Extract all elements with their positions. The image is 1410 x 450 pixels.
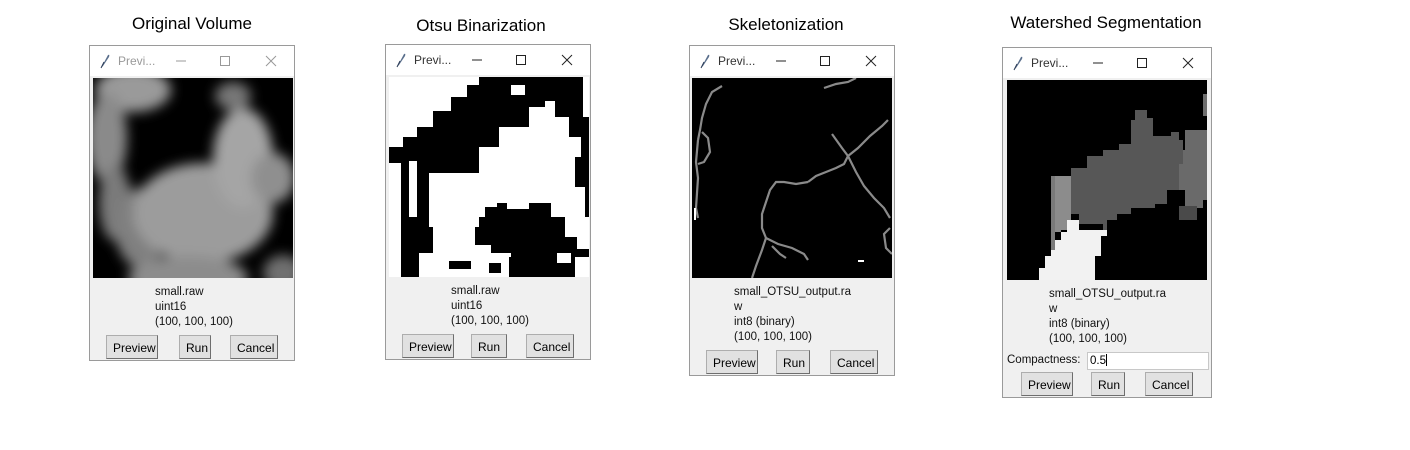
feather-icon xyxy=(396,53,406,68)
close-icon[interactable] xyxy=(262,52,280,70)
file-name: small.raw xyxy=(451,285,500,297)
cancel-button[interactable]: Cancel xyxy=(526,334,574,358)
minimize-icon[interactable] xyxy=(468,51,486,69)
volume-slice-preview xyxy=(93,78,293,278)
run-button[interactable]: Run xyxy=(1091,372,1125,396)
feather-icon xyxy=(100,54,110,69)
close-icon[interactable] xyxy=(1179,54,1197,72)
file-name: small_OTSU_output.ra xyxy=(734,286,851,298)
cancel-button[interactable]: Cancel xyxy=(230,335,278,359)
compactness-value: 0.5 xyxy=(1090,355,1106,367)
window-title: Previ... xyxy=(118,54,156,68)
binarized-slice-preview xyxy=(389,77,589,277)
data-type: uint16 xyxy=(451,300,483,312)
window-title: Previ... xyxy=(414,53,452,67)
compactness-label: Compactness: xyxy=(1007,354,1081,366)
preview-window-otsu: Previ... small.raw uint16 (100, 100, 100… xyxy=(385,44,591,360)
panel-heading-watershed: Watershed Segmentation xyxy=(1010,13,1202,32)
file-info: small_OTSU_output.ra w int8 (binary) (10… xyxy=(734,285,851,345)
close-icon[interactable] xyxy=(862,52,880,70)
text-caret xyxy=(1106,354,1107,366)
volume-shape: (100, 100, 100) xyxy=(734,331,813,343)
data-type: int8 (binary) xyxy=(734,316,795,328)
compactness-input[interactable]: 0.5 xyxy=(1087,352,1209,370)
close-icon[interactable] xyxy=(558,51,576,69)
data-type: uint16 xyxy=(155,301,187,313)
cancel-button[interactable]: Cancel xyxy=(1145,372,1193,396)
panel-heading-skeleton: Skeletonization xyxy=(728,15,844,34)
run-button[interactable]: Run xyxy=(776,350,810,374)
data-type: int8 (binary) xyxy=(1049,318,1110,330)
preview-button[interactable]: Preview xyxy=(1021,372,1073,396)
file-info: small_OTSU_output.ra w int8 (binary) (10… xyxy=(1049,287,1166,347)
feather-icon xyxy=(700,54,710,69)
maximize-icon[interactable] xyxy=(512,51,530,69)
window-title: Previ... xyxy=(1031,56,1069,70)
run-button[interactable]: Run xyxy=(179,335,211,359)
window-titlebar[interactable]: Previ... xyxy=(1003,48,1211,78)
preview-window-original: Previ... small.raw uint16 (100, 100, 100… xyxy=(89,45,295,361)
file-info: small.raw uint16 (100, 100, 100) xyxy=(451,284,529,329)
panel-heading-original: Original Volume xyxy=(131,14,252,33)
window-title: Previ... xyxy=(718,54,756,68)
preview-button[interactable]: Preview xyxy=(402,334,454,358)
volume-shape: (100, 100, 100) xyxy=(451,315,530,327)
maximize-icon[interactable] xyxy=(216,52,234,70)
file-name-continued: w xyxy=(734,301,743,313)
feather-icon xyxy=(1013,56,1023,71)
minimize-icon[interactable] xyxy=(1089,54,1107,72)
preview-button[interactable]: Preview xyxy=(106,335,158,359)
skeleton-slice-preview xyxy=(692,78,892,278)
preview-window-watershed: Previ... small_OTSU_output.ra w int8 (bi… xyxy=(1002,47,1212,398)
run-button[interactable]: Run xyxy=(471,334,507,358)
window-titlebar[interactable]: Previ... xyxy=(690,46,894,76)
minimize-icon[interactable] xyxy=(772,52,790,70)
cancel-button[interactable]: Cancel xyxy=(830,350,878,374)
file-name: small.raw xyxy=(155,286,204,298)
file-info: small.raw uint16 (100, 100, 100) xyxy=(155,285,233,330)
window-titlebar[interactable]: Previ... xyxy=(90,46,294,76)
volume-shape: (100, 100, 100) xyxy=(155,316,234,328)
preview-button[interactable]: Preview xyxy=(706,350,758,374)
watershed-slice-preview xyxy=(1007,80,1207,280)
minimize-icon[interactable] xyxy=(172,52,190,70)
volume-shape: (100, 100, 100) xyxy=(1049,333,1128,345)
file-name: small_OTSU_output.ra xyxy=(1049,288,1166,300)
preview-window-skeleton: Previ... small_OTSU_output.ra w int8 (bi… xyxy=(689,45,895,376)
maximize-icon[interactable] xyxy=(1133,54,1151,72)
panel-heading-otsu: Otsu Binarization xyxy=(416,16,546,35)
window-titlebar[interactable]: Previ... xyxy=(386,45,590,75)
maximize-icon[interactable] xyxy=(816,52,834,70)
file-name-continued: w xyxy=(1049,303,1058,315)
